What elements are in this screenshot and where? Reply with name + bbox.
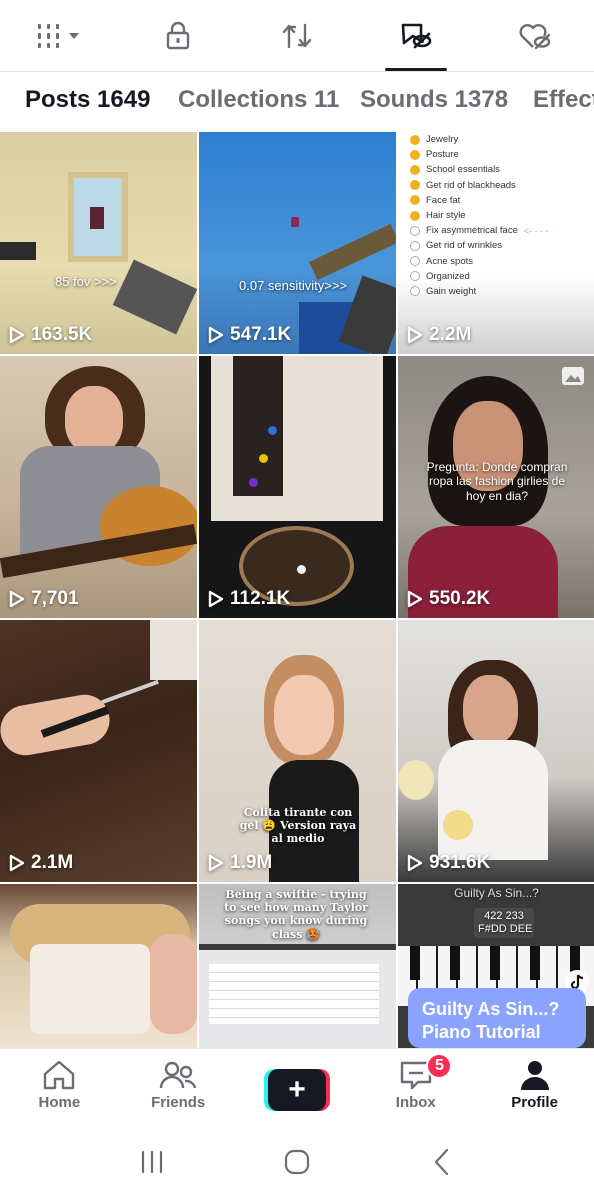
checklist-item: Acne spots — [426, 255, 473, 267]
view-count-text: 547.1K — [230, 324, 292, 345]
back-icon[interactable] — [427, 1147, 457, 1177]
tab-effects[interactable]: Effect — [533, 86, 594, 114]
view-count-text: 7,701 — [31, 588, 79, 609]
video-thumbnail[interactable]: 85 fov >>> 163.5K — [0, 132, 197, 354]
nav-inbox[interactable]: 5 Inbox — [356, 1049, 475, 1124]
view-count: 2.2M — [407, 324, 471, 346]
nav-profile[interactable]: Profile — [475, 1049, 594, 1124]
video-thumbnail[interactable]: Being a swiftie - trying to see how many… — [199, 884, 396, 1048]
nav-inbox-label: Inbox — [395, 1094, 436, 1111]
video-thumbnail[interactable]: 112.1K — [199, 356, 396, 618]
repost-icon — [282, 23, 312, 48]
video-caption: Pregunta: Donde compran ropa las fashion… — [426, 460, 568, 503]
video-thumbnail[interactable] — [0, 884, 197, 1048]
profile-icon — [520, 1061, 549, 1090]
checklist-item: Posture — [426, 149, 459, 161]
video-thumbnail[interactable]: 931.6K — [398, 620, 594, 882]
checklist-item: Get rid of blackheads — [426, 179, 516, 191]
view-count-text: 163.5K — [31, 324, 93, 345]
checklist-item: Gain weight — [426, 285, 477, 297]
system-nav-bar — [0, 1124, 594, 1200]
video-thumbnail[interactable]: Guilty As Sin...? 422 233 F#DD DEE Guilt… — [398, 884, 594, 1048]
nav-friends-label: Friends — [151, 1094, 206, 1111]
favorites-hidden-icon — [401, 23, 432, 48]
checklist-item: Get rid of wrinkles — [426, 240, 503, 252]
view-count: 550.2K — [407, 588, 490, 610]
view-count-text: 2.1M — [31, 852, 74, 873]
view-count-text: 550.2K — [429, 588, 491, 609]
lock-icon — [166, 21, 190, 49]
tab-grid-menu[interactable] — [0, 0, 119, 71]
checklist-item: School essentials — [426, 164, 500, 176]
checklist-item: Organized — [426, 270, 470, 282]
tab-posts[interactable]: Posts 1649 — [25, 86, 150, 114]
video-caption: Guilty As Sin...? — [454, 886, 539, 900]
view-count-text: 1.9M — [230, 852, 273, 873]
view-count-text: 931.6K — [429, 852, 491, 873]
video-thumbnail[interactable]: Pregunta: Donde compran ropa las fashion… — [398, 356, 594, 618]
play-icon — [407, 326, 423, 344]
play-icon — [208, 326, 224, 344]
play-icon — [9, 590, 25, 608]
video-thumbnail[interactable]: Colita tirante con gel 😩 Version raya al… — [199, 620, 396, 882]
tab-private[interactable] — [119, 0, 238, 71]
video-thumbnail[interactable]: 2.1M — [0, 620, 197, 882]
nav-create[interactable]: + — [238, 1049, 357, 1124]
video-caption: 0.07 sensitivity>>> — [239, 278, 348, 293]
view-count: 931.6K — [407, 852, 490, 874]
video-caption: 85 fov >>> — [55, 274, 117, 289]
tutorial-card: Guilty As Sin...? Piano Tutorial — [408, 988, 586, 1048]
nav-home[interactable]: Home — [0, 1049, 119, 1124]
recent-apps-icon[interactable] — [137, 1149, 167, 1175]
content-tabs: Posts 1649 Collections 11 Sounds 1378 Ef… — [0, 72, 594, 132]
video-thumbnail[interactable]: Jewelry Posture School essentials Get ri… — [398, 132, 594, 354]
photo-icon — [562, 367, 584, 385]
checklist-item: Face fat — [426, 194, 461, 206]
video-thumbnail[interactable]: 0.07 sensitivity>>> 547.1K — [199, 132, 396, 354]
checklist-item: Fix asymmetrical face — [426, 225, 518, 237]
home-icon — [44, 1060, 75, 1090]
create-button[interactable]: + — [263, 1069, 330, 1111]
view-count-text: 2.2M — [429, 324, 472, 345]
play-icon — [407, 854, 423, 872]
view-count: 547.1K — [208, 324, 291, 346]
video-caption: Being a swiftie - trying to see how many… — [224, 888, 368, 941]
nav-home-label: Home — [38, 1094, 81, 1111]
view-count: 163.5K — [9, 324, 92, 346]
checklist-item: Jewelry — [426, 134, 459, 146]
tab-liked[interactable] — [475, 0, 594, 71]
inbox-badge: 5 — [426, 1053, 453, 1079]
bottom-nav: Home Friends + 5 Inbox Profile — [0, 1048, 594, 1124]
tab-collections[interactable]: Collections 11 — [178, 86, 339, 114]
play-icon — [208, 590, 224, 608]
view-count: 7,701 — [9, 588, 79, 610]
play-icon — [9, 854, 25, 872]
tab-sounds[interactable]: Sounds 1378 — [360, 86, 508, 114]
play-icon — [9, 326, 25, 344]
view-count: 1.9M — [208, 852, 272, 874]
checklist: Jewelry Posture School essentials Get ri… — [410, 132, 549, 299]
home-button-icon[interactable] — [282, 1147, 312, 1177]
video-thumbnail[interactable]: 7,701 — [0, 356, 197, 618]
friends-icon — [159, 1061, 197, 1089]
video-grid: 85 fov >>> 163.5K 0.07 sensitivity>>> 54… — [0, 132, 594, 1048]
profile-top-tabs — [0, 0, 594, 72]
tab-favorites[interactable] — [356, 0, 475, 71]
nav-profile-label: Profile — [511, 1094, 558, 1111]
video-caption: Colita tirante con gel 😩 Version raya al… — [239, 806, 357, 846]
plus-icon: + — [267, 1069, 326, 1111]
chord-label: 422 233 F#DD DEE — [474, 908, 534, 939]
nav-friends[interactable]: Friends — [119, 1049, 238, 1124]
view-count: 2.1M — [9, 852, 73, 874]
liked-hidden-icon — [519, 23, 550, 49]
play-icon — [208, 854, 224, 872]
checklist-item: Hair style — [426, 210, 466, 222]
tab-reposts[interactable] — [238, 0, 357, 71]
grid-menu-icon — [38, 23, 80, 48]
view-count: 112.1K — [208, 588, 290, 610]
play-icon — [407, 590, 423, 608]
arrow-icon: <- - - - — [523, 225, 549, 236]
view-count-text: 112.1K — [230, 588, 291, 609]
